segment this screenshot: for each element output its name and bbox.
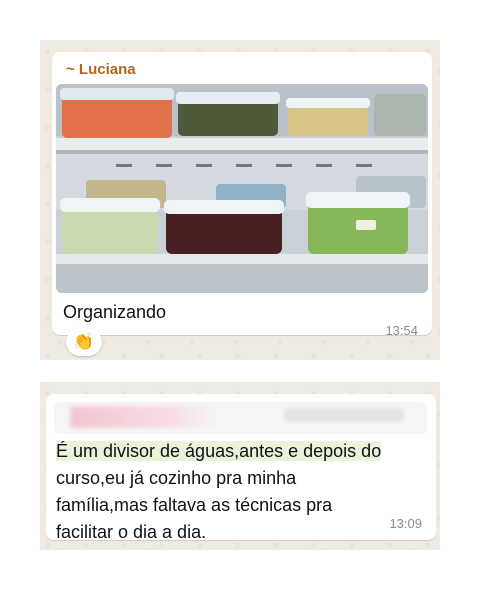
- text-message-bubble[interactable]: É um divisor de águas,antes e depois do …: [46, 394, 436, 542]
- chat-panel-top: ~ Luciana Organizando 13:54 👏: [40, 40, 440, 360]
- clap-reaction-badge[interactable]: 👏: [66, 328, 102, 356]
- image-message-bubble[interactable]: ~ Luciana Organizando 13:54: [52, 52, 432, 338]
- chat-panel-bottom: É um divisor de águas,antes e depois do …: [40, 382, 440, 550]
- message-line-1: É um divisor de águas,antes e depois do: [56, 441, 382, 461]
- blurred-quoted-text: [284, 408, 404, 422]
- message-timestamp: 13:09: [389, 516, 422, 531]
- message-timestamp: 13:54: [385, 323, 418, 338]
- blurred-quoted-reply[interactable]: [54, 402, 427, 434]
- sender-name[interactable]: ~ Luciana: [66, 61, 136, 78]
- message-text: É um divisor de águas,antes e depois do …: [56, 438, 426, 546]
- fridge-photo-illustration: [56, 84, 428, 293]
- message-line-2: curso,eu já cozinho pra minha: [56, 468, 297, 488]
- message-line-3: família,mas faltava as técnicas pra: [56, 495, 333, 515]
- message-line-4: facilitar o dia a dia.: [56, 522, 207, 542]
- image-caption: Organizando: [63, 302, 167, 322]
- blurred-quoted-sender: [70, 406, 220, 428]
- message-photo[interactable]: [56, 84, 428, 293]
